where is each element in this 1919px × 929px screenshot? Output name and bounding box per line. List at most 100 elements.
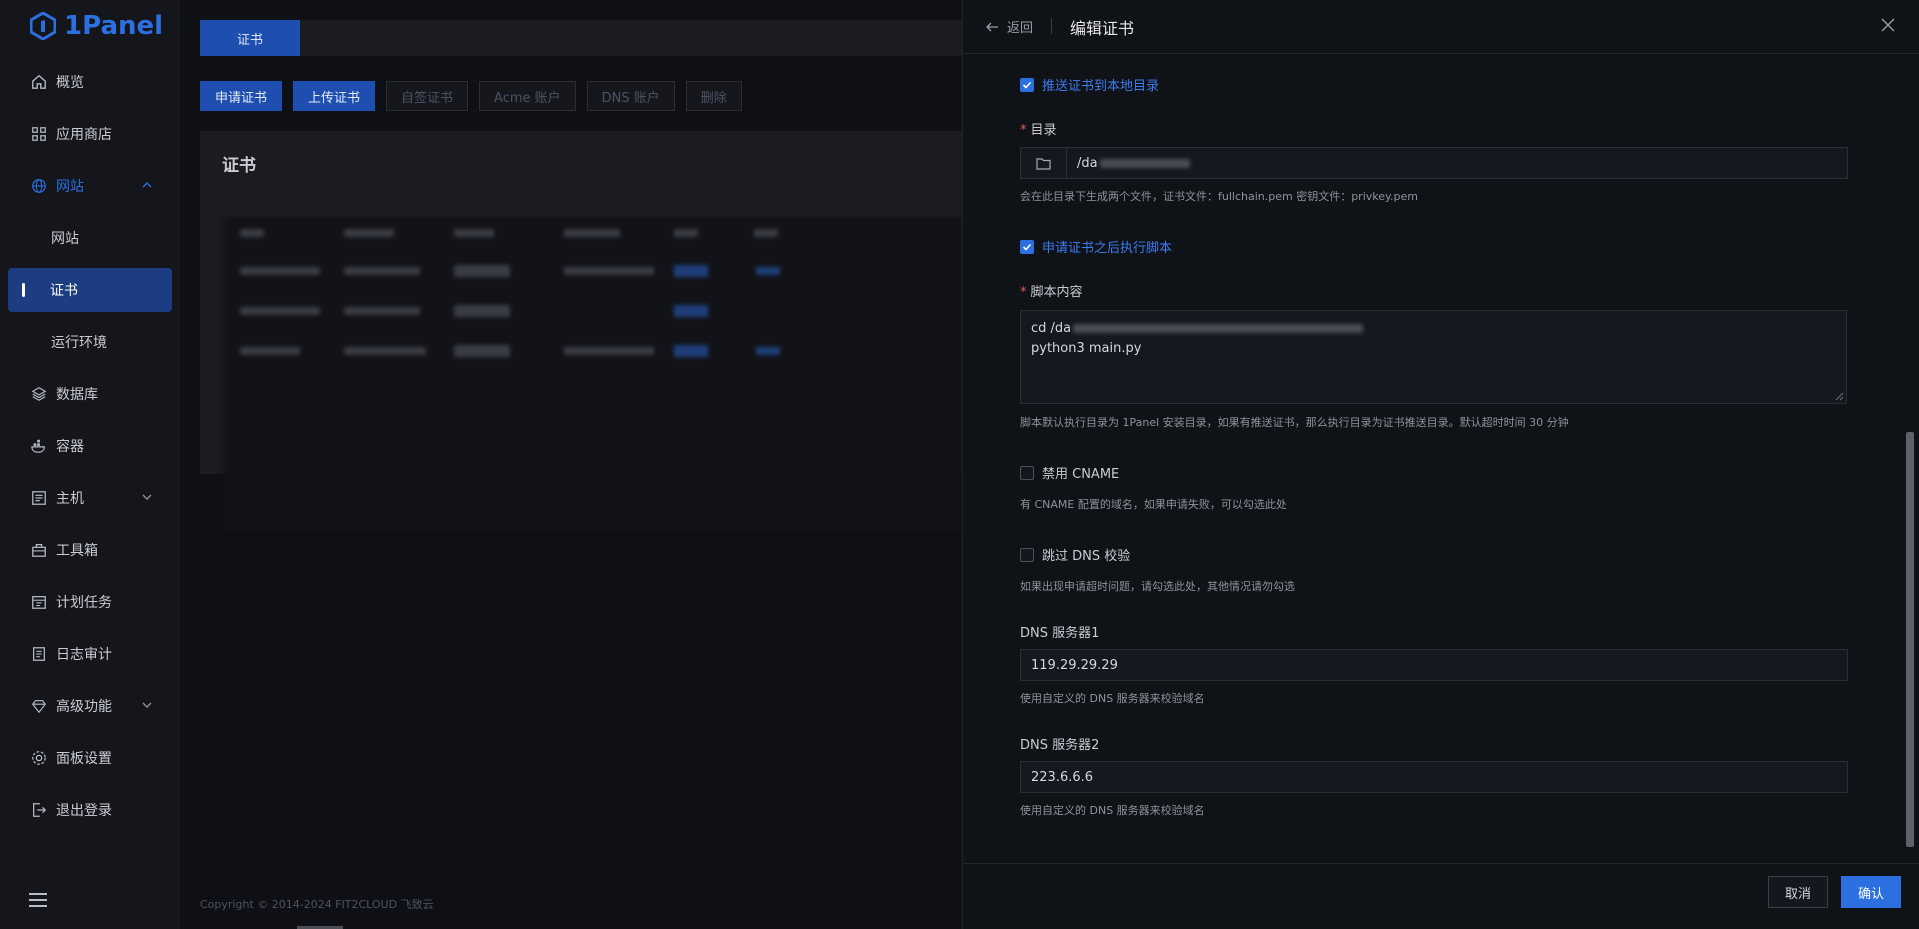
calendar-icon [30,593,48,611]
disable-cname-checkbox[interactable]: 禁用 CNAME [1020,463,1119,482]
sidebar-item-label: 运行环境 [51,335,107,351]
sidebar-item-advanced[interactable]: 高级功能 [8,684,172,728]
sidebar-item-label: 退出登录 [56,803,112,819]
menu-collapse-icon[interactable] [28,892,48,908]
dir-input[interactable]: /da [1020,147,1848,179]
app-window: 1Panel 概览 应用商店 网站 网站 证书 运行环境 数据库 容器 主机 工… [0,0,1919,929]
edit-cert-drawer: 返回 编辑证书 推送证书到本地目录 * 目录 /da 会在此目录下生成两个文件，证… [962,0,1919,929]
arrow-left-icon [986,22,998,31]
dns-account-button[interactable]: DNS 账户 [586,81,675,111]
disable-cname-label: 禁用 CNAME [1042,467,1120,482]
cert-card: 证书 [200,131,962,531]
sidebar-item-logout[interactable]: 退出登录 [8,788,172,832]
sidebar-item-label: 应用商店 [56,127,112,143]
cert-table [224,217,962,531]
sidebar-item-website-group[interactable]: 网站 [8,164,172,208]
drawer-header: 返回 编辑证书 [963,0,1919,54]
sidebar: 1Panel 概览 应用商店 网站 网站 证书 运行环境 数据库 容器 主机 工… [0,0,180,929]
dns2-hint: 使用自定义的 DNS 服务器来校验域名 [1020,804,1205,817]
sidebar-item-container[interactable]: 容器 [8,424,172,468]
sidebar-item-settings[interactable]: 面板设置 [8,736,172,780]
vertical-scrollbar[interactable] [1906,432,1914,847]
sidebar-item-toolbox[interactable]: 工具箱 [8,528,172,572]
sidebar-item-label: 工具箱 [56,543,98,559]
dir-hint: 会在此目录下生成两个文件，证书文件：fullchain.pem 密钥文件：pri… [1020,190,1418,203]
confirm-button[interactable]: 确认 [1841,876,1901,908]
skip-dns-hint: 如果出现申请超时问题，请勾选此处，其他情况请勿勾选 [1020,580,1295,593]
sidebar-item-appstore[interactable]: 应用商店 [8,112,172,156]
sidebar-item-logs[interactable]: 日志审计 [8,632,172,676]
chevron-up-icon [142,182,152,188]
main-content: 证书 申请证书 上传证书 自签证书 Acme 账户 DNS 账户 删除 证书 C… [180,0,962,929]
dns1-input[interactable]: 119.29.29.29 [1020,649,1848,681]
exec-script-label: 申请证书之后执行脚本 [1042,241,1173,256]
cancel-button[interactable]: 取消 [1768,876,1828,908]
dir-value: /da [1077,155,1098,171]
dns1-value: 119.29.29.29 [1031,657,1118,673]
dns1-label: DNS 服务器1 [1020,626,1100,641]
upload-cert-button[interactable]: 上传证书 [293,81,376,111]
sidebar-item-website[interactable]: 网站 [8,216,172,260]
sidebar-item-host[interactable]: 主机 [8,476,172,520]
sidebar-item-label: 面板设置 [56,751,112,767]
close-icon[interactable] [1880,17,1896,33]
sidebar-item-label: 容器 [56,439,84,455]
script-textarea[interactable]: cd /da python3 main.py [1020,310,1847,404]
docker-icon [30,437,48,455]
check-icon [1022,81,1032,89]
chevron-down-icon [142,702,152,708]
apply-cert-button[interactable]: 申请证书 [200,81,283,111]
checkbox[interactable] [1020,77,1034,92]
sidebar-item-label: 概览 [56,75,84,91]
logo-icon [30,12,56,40]
globe-icon [30,177,48,195]
home-icon [30,73,48,91]
script-line-2: python3 main.py [1031,341,1142,356]
disable-cname-hint: 有 CNAME 配置的域名，如果申请失败，可以勾选此处 [1020,498,1287,511]
drawer-title: 编辑证书 [1070,19,1135,38]
logo[interactable]: 1Panel [30,8,163,44]
acme-account-button[interactable]: Acme 账户 [479,81,576,111]
dir-label: * 目录 [1020,123,1057,138]
self-signed-button[interactable]: 自签证书 [386,81,469,111]
skip-dns-checkbox[interactable]: 跳过 DNS 校验 [1020,545,1130,564]
resize-handle-icon[interactable] [1835,392,1844,401]
sidebar-item-label: 计划任务 [56,595,112,611]
sidebar-item-label: 主机 [56,491,84,507]
script-hint: 脚本默认执行目录为 1Panel 安装目录，如果有推送证书，那么执行目录为证书推… [1020,416,1569,429]
sidebar-item-label: 网站 [56,179,84,195]
database-icon [30,385,48,403]
skip-dns-label: 跳过 DNS 校验 [1042,549,1131,564]
dns2-value: 223.6.6.6 [1031,769,1094,785]
folder-icon[interactable] [1021,148,1067,178]
push-to-local-label: 推送证书到本地目录 [1042,79,1160,94]
dns2-input[interactable]: 223.6.6.6 [1020,761,1848,793]
delete-button[interactable]: 删除 [685,81,742,111]
gear-icon [30,749,48,767]
tab-bar: 证书 [200,20,962,56]
sidebar-item-label: 数据库 [56,387,98,403]
checkbox[interactable] [1020,547,1034,562]
sidebar-item-certificate[interactable]: 证书 [8,268,172,312]
back-button[interactable]: 返回 [985,17,1033,36]
sidebar-item-label: 日志审计 [56,647,112,663]
sidebar-item-runtime[interactable]: 运行环境 [8,320,172,364]
back-label: 返回 [1007,21,1034,36]
sidebar-item-label: 网站 [51,231,79,247]
sidebar-item-cron[interactable]: 计划任务 [8,580,172,624]
push-to-local-checkbox[interactable]: 推送证书到本地目录 [1020,75,1159,94]
apps-icon [30,125,48,143]
dns1-hint: 使用自定义的 DNS 服务器来校验域名 [1020,692,1205,705]
script-label: * 脚本内容 [1020,285,1083,300]
checkbox[interactable] [1020,465,1034,480]
sidebar-item-database[interactable]: 数据库 [8,372,172,416]
sidebar-item-label: 高级功能 [56,699,112,715]
checkbox[interactable] [1020,239,1034,254]
toolbox-icon [30,541,48,559]
sidebar-nav: 概览 应用商店 网站 网站 证书 运行环境 数据库 容器 主机 工具箱 计划任务… [8,60,172,840]
tab-certificate[interactable]: 证书 [200,20,300,56]
logo-text: 1Panel [64,11,164,41]
logout-icon [30,801,48,819]
sidebar-item-overview[interactable]: 概览 [8,60,172,104]
exec-script-checkbox[interactable]: 申请证书之后执行脚本 [1020,237,1172,256]
